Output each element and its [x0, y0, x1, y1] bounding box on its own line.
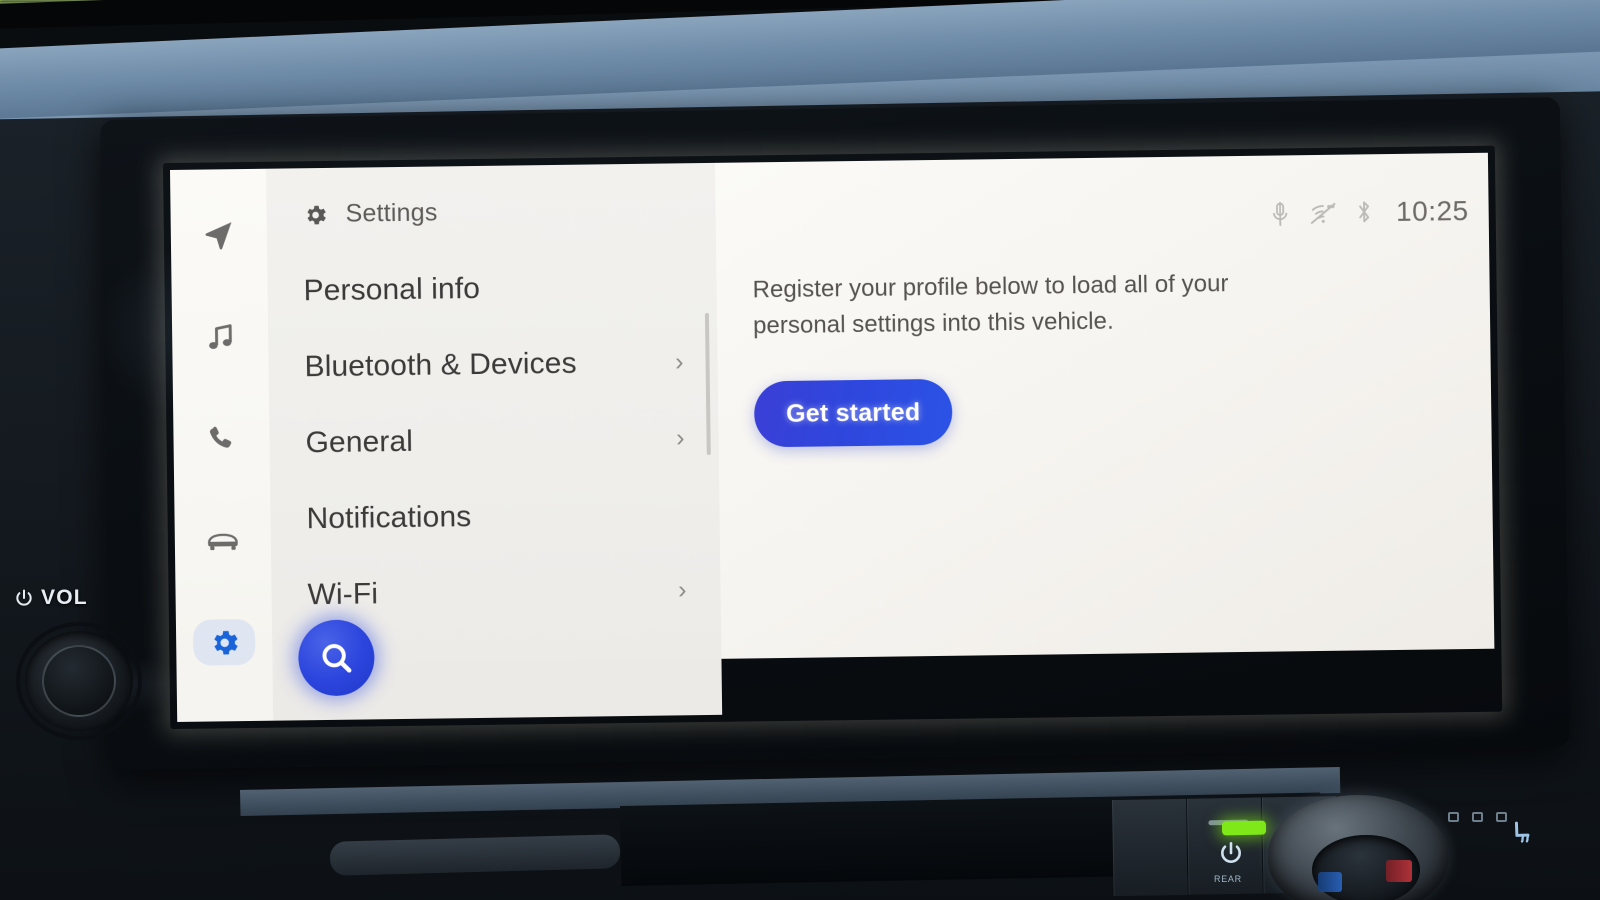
music-note-icon: [208, 323, 232, 349]
bluetooth-icon: [1359, 201, 1370, 223]
infotainment-screen[interactable]: Settings Personal info Bluetooth & Devic…: [170, 152, 1495, 722]
gear-icon: [213, 630, 238, 655]
profile-description: Register your profile below to load all …: [752, 270, 1229, 339]
power-icon: [1221, 841, 1241, 863]
heated-seat-icon: [1514, 821, 1530, 843]
mode-dot: [1496, 812, 1507, 822]
rail-item-vehicle[interactable]: [192, 517, 255, 564]
dial-heat-marker: [1386, 860, 1412, 882]
power-icon: [16, 589, 32, 606]
clock: 10:25: [1395, 195, 1469, 227]
gear-icon: [307, 205, 326, 224]
wifi-off-icon: [1311, 202, 1336, 224]
chevron-right-icon: ›: [678, 575, 687, 604]
rear-power-sublabel: REAR: [1214, 874, 1242, 884]
phone-icon: [209, 426, 232, 448]
hvac-mode-indicators: [1448, 812, 1507, 822]
menu-item-general[interactable]: General ›: [269, 400, 719, 482]
volume-label-row: VOL: [14, 586, 138, 610]
menu-item-notifications[interactable]: Notifications: [270, 476, 720, 558]
menu-item-bluetooth-devices[interactable]: Bluetooth & Devices ›: [268, 324, 718, 406]
menu-item-label: Notifications: [306, 500, 472, 536]
rail-item-settings[interactable]: [192, 618, 256, 666]
volume-control-cluster[interactable]: VOL: [14, 586, 139, 737]
mode-dot: [1448, 812, 1459, 822]
rail-item-navigation[interactable]: [188, 211, 251, 258]
climate-button[interactable]: [1112, 798, 1188, 896]
app-rail-extension: [176, 664, 274, 722]
rail-item-media[interactable]: [189, 313, 252, 360]
navigation-arrow-icon: [205, 222, 232, 250]
chevron-right-icon: ›: [675, 347, 684, 376]
rail-item-phone[interactable]: [190, 415, 253, 462]
search-icon: [322, 644, 352, 673]
status-bar: 10:25: [1270, 195, 1469, 230]
menu-item-label: General: [305, 424, 414, 460]
app-rail[interactable]: [170, 168, 274, 722]
menu-item-personal-info[interactable]: Personal info: [267, 248, 717, 330]
page-title: Settings: [345, 198, 438, 228]
dial-cool-marker: [1318, 872, 1342, 892]
defrost-led-indicator: [1221, 820, 1267, 836]
volume-knob[interactable]: [19, 625, 139, 737]
mode-dot: [1472, 812, 1483, 822]
menu-item-label: Wi-Fi: [307, 577, 379, 612]
content-pane: 10:25 Register your profile below to loa…: [714, 152, 1495, 659]
volume-label: VOL: [41, 586, 88, 609]
menu-item-label: Bluetooth & Devices: [304, 346, 577, 384]
chevron-right-icon: ›: [676, 423, 685, 452]
car-interior-scene: VOL REAR Settings Personal info Bluetoot…: [0, 0, 1600, 900]
microphone-muted-icon: [1273, 201, 1288, 226]
get-started-label: Get started: [785, 397, 921, 428]
car-icon: [207, 533, 238, 551]
menu-item-label: Personal info: [303, 271, 481, 308]
get-started-button[interactable]: Get started: [753, 378, 953, 448]
settings-menu-header: Settings: [266, 163, 716, 230]
